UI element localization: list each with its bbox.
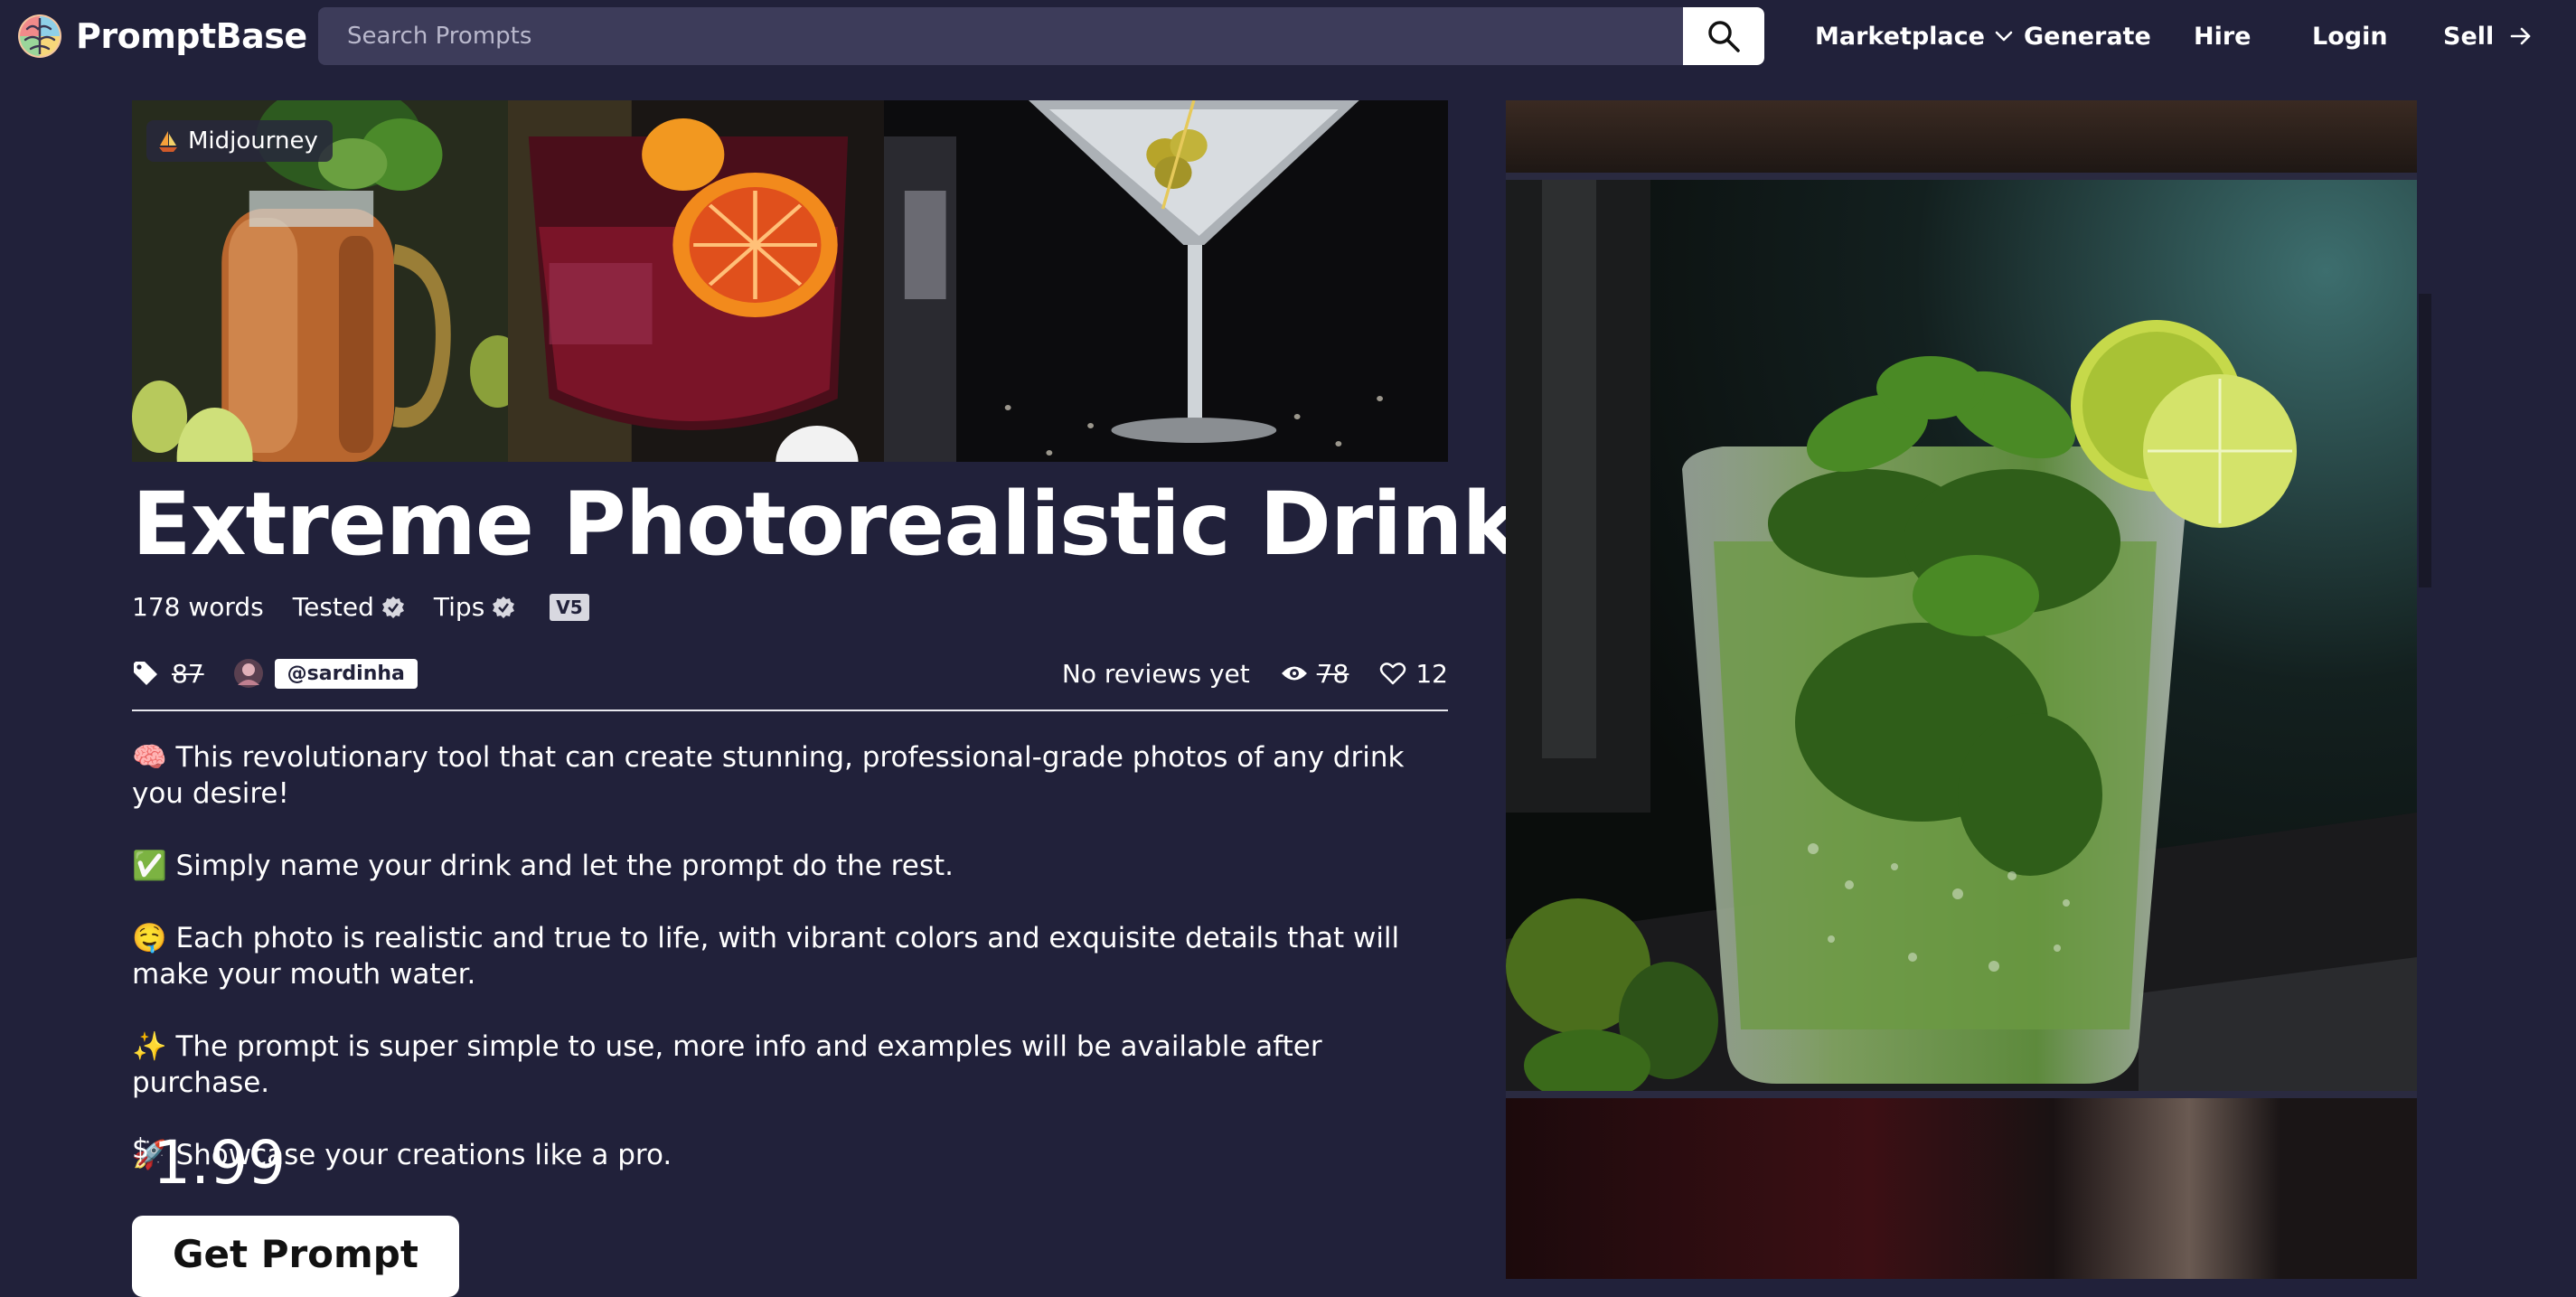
page-title: Extreme Photorealistic Drinks (132, 474, 1570, 575)
description-text: The prompt is super simple to use, more … (132, 1030, 1322, 1099)
version-badge: V5 (550, 593, 589, 621)
tips-label: Tips (433, 592, 485, 622)
nav-sell[interactable]: Sell (2443, 0, 2534, 72)
nav-login-label: Login (2312, 22, 2388, 51)
prompt-stats-row: 87 @sardinha No reviews yet 78 12 (132, 653, 1448, 693)
arrow-right-icon (2510, 27, 2531, 45)
currency-symbol: $ (132, 1133, 150, 1165)
like-count: 12 (1415, 658, 1448, 689)
nav-sell-label: Sell (2443, 22, 2495, 51)
gallery-scroll-indicator[interactable] (2419, 294, 2431, 587)
gallery-image-mojito[interactable] (1506, 180, 2417, 1091)
brain-emoji-icon: 🧠 (132, 741, 167, 774)
mojito-illustration (1506, 180, 2417, 1091)
divider (132, 710, 1448, 711)
prompt-meta-row: 178 words Tested Tips V5 (132, 592, 589, 622)
description-line: 🚀 Showcase your creations like a pro. (132, 1137, 1448, 1173)
description-text: This revolutionary tool that can create … (132, 741, 1405, 810)
price-amount: 1.99 (153, 1128, 287, 1198)
gallery-image-bottom[interactable] (1506, 1098, 2417, 1279)
description-text: Simply name your drink and let the promp… (175, 850, 954, 882)
brain-logo-icon (18, 14, 61, 58)
verified-check-icon (493, 596, 515, 618)
sparkles-emoji-icon: ✨ (132, 1030, 167, 1063)
hero-image-martini (884, 100, 1448, 462)
eye-icon (1281, 666, 1307, 681)
search-button[interactable] (1683, 7, 1764, 65)
gallery-image-top[interactable] (1506, 100, 2417, 173)
price: $1.99 (132, 1128, 286, 1198)
get-prompt-button[interactable]: Get Prompt (132, 1216, 459, 1297)
view-count: 78 (1316, 658, 1349, 689)
heart-icon[interactable] (1379, 661, 1406, 686)
brand-name: PromptBase (76, 16, 307, 56)
nav-hire[interactable]: Hire (2194, 0, 2251, 72)
drooling-face-emoji-icon: 🤤 (132, 922, 167, 954)
model-badge-label: Midjourney (188, 127, 318, 155)
word-count: 178 words (132, 592, 264, 622)
nav-generate-label: Generate (2024, 22, 2151, 51)
reviews-text[interactable]: No reviews yet (1062, 659, 1250, 689)
model-badge[interactable]: Midjourney (146, 120, 333, 162)
example-gallery (1506, 100, 2417, 1279)
nav-marketplace[interactable]: Marketplace (1815, 0, 2016, 72)
description-text: Each photo is realistic and true to life… (132, 922, 1400, 991)
tag-icon (134, 662, 157, 685)
avatar[interactable] (233, 658, 264, 689)
sailboat-icon (159, 131, 177, 152)
description-line: 🤤 Each photo is realistic and true to li… (132, 920, 1448, 992)
prompt-description: 🧠 This revolutionary tool that can creat… (132, 739, 1448, 1209)
nav-login[interactable]: Login (2312, 0, 2388, 72)
verified-check-icon (381, 596, 404, 618)
chevron-down-icon (1995, 31, 2013, 42)
search-bar (318, 7, 1764, 65)
check-mark-emoji-icon: ✅ (132, 850, 167, 882)
nav-marketplace-label: Marketplace (1815, 22, 1985, 51)
author-link[interactable]: @sardinha (274, 658, 418, 689)
nav-generate[interactable]: Generate (2024, 0, 2151, 72)
martini-illustration (884, 100, 1448, 462)
sangria-illustration (508, 100, 884, 462)
search-icon (1708, 21, 1740, 52)
description-line: ✅ Simply name your drink and let the pro… (132, 848, 1448, 884)
tested-label: Tested (292, 592, 374, 622)
nav-hire-label: Hire (2194, 22, 2252, 51)
logo[interactable]: PromptBase (16, 13, 307, 60)
hero-image-sangria (508, 100, 884, 462)
description-line: 🧠 This revolutionary tool that can creat… (132, 739, 1448, 812)
tag-count: 87 (172, 658, 204, 689)
top-navigation-bar: PromptBase Marketplace Generate Hire Log… (0, 0, 2576, 72)
description-line: ✨ The prompt is super simple to use, mor… (132, 1029, 1448, 1101)
search-input[interactable] (318, 7, 1683, 65)
